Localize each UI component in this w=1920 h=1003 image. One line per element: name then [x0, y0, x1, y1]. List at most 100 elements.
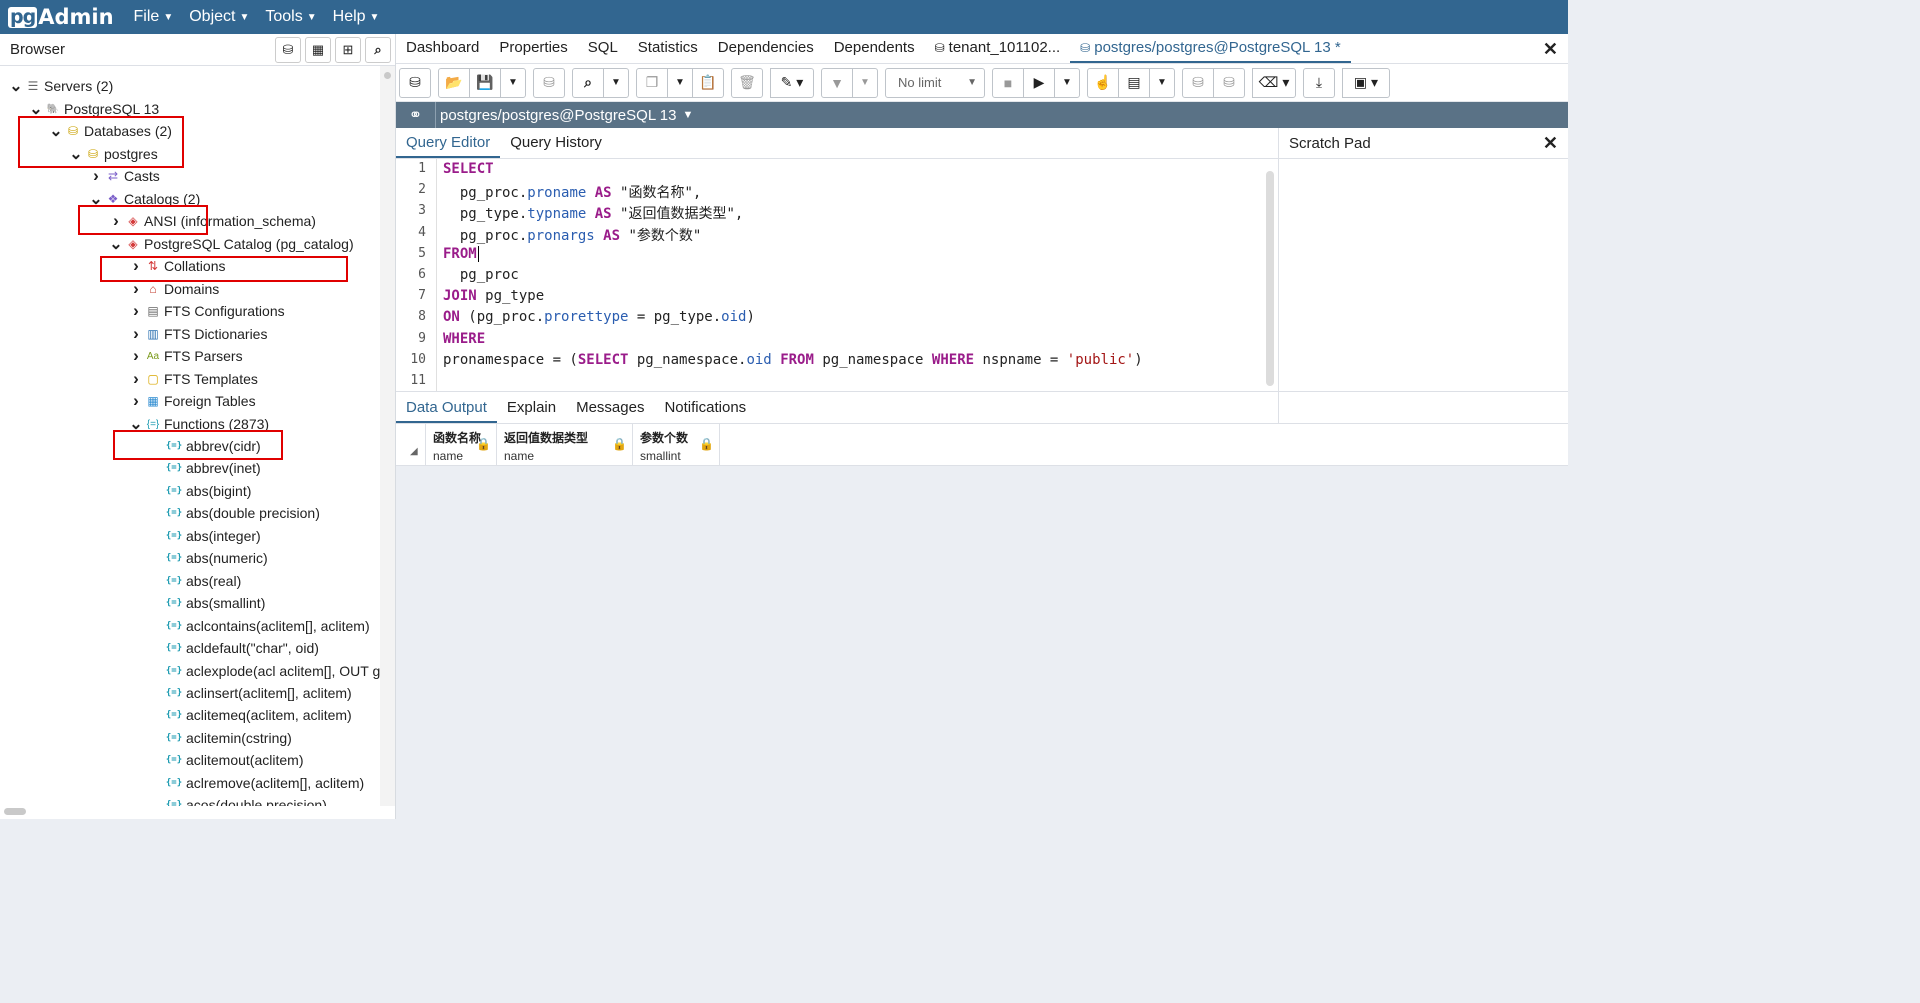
tab-query-tool[interactable]: ⛁ postgres/postgres@PostgreSQL 13 * — [1070, 39, 1351, 63]
tab-dependents[interactable]: Dependents — [824, 39, 925, 63]
chevron-down-icon[interactable]: ▼ — [667, 67, 693, 98]
tree-item[interactable]: › ⇄ Casts — [88, 165, 160, 187]
chevron-down-icon[interactable]: ▼ — [852, 67, 878, 98]
chevron-right-icon[interactable]: › — [128, 369, 144, 389]
commit-icon[interactable]: ⛁ — [1182, 67, 1214, 98]
function-item[interactable]: {=} aclitemeq(aclitem, aclitem) — [164, 704, 352, 726]
chevron-down-icon[interactable]: ▼ — [603, 67, 629, 98]
tab-data-output[interactable]: Data Output — [396, 399, 497, 423]
tab-sql[interactable]: SQL — [578, 39, 628, 63]
tab-messages[interactable]: Messages — [566, 399, 654, 423]
function-item[interactable]: {=} aclitemin(cstring) — [164, 727, 292, 749]
execute-icon[interactable]: ▶ — [1023, 67, 1055, 98]
tree-item[interactable]: › ▤ FTS Configurations — [128, 300, 284, 322]
chevron-right-icon[interactable]: › — [128, 391, 144, 411]
scrollbar-thumb[interactable] — [4, 808, 26, 815]
editor-scrollbar[interactable] — [1262, 159, 1278, 391]
function-item[interactable]: {=} aclinsert(aclitem[], aclitem) — [164, 682, 352, 704]
function-item[interactable]: {=} aclitemout(aclitem) — [164, 749, 304, 771]
tab-properties[interactable]: Properties — [489, 39, 577, 63]
paste-icon[interactable]: 📋 — [692, 67, 724, 98]
tree-vertical-scrollbar[interactable] — [380, 66, 395, 806]
tab-statistics[interactable]: Statistics — [628, 39, 708, 63]
filtered-rows-icon[interactable]: ⊞ — [335, 36, 361, 63]
chevron-right-icon[interactable]: › — [128, 346, 144, 366]
connection-bar[interactable]: ⚭ postgres/postgres@PostgreSQL 13 ▼ — [396, 102, 1568, 128]
find-icon[interactable]: ⌕ — [572, 67, 604, 98]
chevron-down-icon[interactable]: ▼ — [500, 67, 526, 98]
copy-icon[interactable]: ❐ — [636, 67, 668, 98]
tree-item[interactable]: › ▦ Foreign Tables — [128, 390, 255, 412]
view-data-icon[interactable]: ▦ — [305, 36, 331, 63]
tree-item[interactable]: › Aa FTS Parsers — [128, 345, 242, 367]
grid-corner[interactable]: ◢ — [396, 424, 426, 466]
line-number: 4 — [418, 224, 426, 240]
function-item[interactable]: {=} abs(double precision) — [164, 502, 320, 524]
column-header[interactable]: 参数个数 smallint 🔒 — [633, 424, 720, 466]
column-header[interactable]: 返回值数据类型 name 🔒 — [497, 424, 633, 466]
explain-analyze-icon[interactable]: ▤ — [1118, 67, 1150, 98]
close-icon[interactable]: ✕ — [1543, 39, 1558, 60]
chevron-down-icon[interactable]: ▼ — [1149, 67, 1175, 98]
macros-icon[interactable]: ▣ ▾ — [1342, 67, 1390, 98]
function-item[interactable]: {=} abbrev(inet) — [164, 457, 261, 479]
stop-icon[interactable]: ■ — [992, 67, 1024, 98]
function-item[interactable]: {=} abs(smallint) — [164, 592, 266, 614]
open-file-icon[interactable]: 📂 — [438, 67, 470, 98]
sql-editor[interactable]: 1 SELECT 2 pg_proc.proname AS "函数名称", 3 pg_… — [396, 159, 1262, 391]
chevron-right-icon[interactable]: › — [88, 166, 104, 186]
function-item[interactable]: {=} aclremove(aclitem[], aclitem) — [164, 772, 364, 794]
scrollbar-thumb[interactable] — [1266, 171, 1274, 386]
download-icon[interactable]: ⤓ — [1303, 67, 1335, 98]
rollback-icon[interactable]: ⛁ — [1213, 67, 1245, 98]
menu-tools[interactable]: Tools ▼ — [265, 8, 316, 26]
save-icon[interactable]: 💾 — [469, 67, 501, 98]
query-tool-icon[interactable]: ⛁ — [275, 36, 301, 63]
tree-item[interactable]: › ▢ FTS Templates — [128, 368, 258, 390]
browser-panel: Browser ⛁ ▦ ⊞ ⌕ ⌄ ☰ Servers (2) ⌄ 🐘 PostgreSQ… — [0, 34, 396, 819]
chevron-right-icon[interactable]: › — [128, 301, 144, 321]
function-item[interactable]: {=} acos(double precision) — [164, 794, 327, 806]
clear-icon[interactable]: ⌫ ▾ — [1252, 67, 1296, 98]
scrollbar-thumb[interactable] — [384, 72, 391, 79]
tab-notifications[interactable]: Notifications — [654, 399, 756, 423]
database-icon[interactable]: ⛁ — [399, 67, 431, 98]
menu-file[interactable]: File ▼ — [134, 8, 174, 26]
tree-item[interactable]: ⌄ ◈ PostgreSQL Catalog (pg_catalog) — [108, 233, 353, 255]
function-item[interactable]: {=} aclcontains(aclitem[], aclitem) — [164, 615, 370, 637]
tab-explain[interactable]: Explain — [497, 399, 566, 423]
chevron-down-icon[interactable]: ⌄ — [8, 76, 24, 96]
menu-help[interactable]: Help ▼ — [333, 8, 380, 26]
row-limit-select[interactable]: No limit ▼ — [885, 67, 985, 98]
chevron-right-icon[interactable]: › — [128, 324, 144, 344]
chevron-down-icon[interactable]: ▼ — [1054, 67, 1080, 98]
tab-dependencies[interactable]: Dependencies — [708, 39, 824, 63]
function-item[interactable]: {=} acldefault("char", oid) — [164, 637, 319, 659]
menu-object[interactable]: Object ▼ — [189, 8, 249, 26]
select-all-icon[interactable]: ◢ — [410, 446, 418, 457]
filter-icon[interactable]: ▼ — [821, 67, 853, 98]
function-item[interactable]: {=} abs(numeric) — [164, 547, 268, 569]
function-item[interactable]: {=} abs(real) — [164, 570, 241, 592]
tree-item[interactable]: › ▥ FTS Dictionaries — [128, 323, 267, 345]
tab-query-history[interactable]: Query History — [500, 134, 612, 158]
save-data-icon[interactable]: ⛁ — [533, 67, 565, 98]
tab-tenant[interactable]: ⛁ tenant_101102... — [925, 39, 1071, 63]
function-item[interactable]: {=} aclexplode(acl aclitem[], OUT gra — [164, 660, 380, 682]
edit-icon[interactable]: ✎ ▾ — [770, 67, 814, 98]
tree-item[interactable]: ⌄ ☰ Servers (2) — [8, 75, 113, 97]
explain-icon[interactable]: ☝ — [1087, 67, 1119, 98]
pgadmin-logo[interactable]: pg Admin — [8, 5, 114, 29]
close-icon[interactable]: ✕ — [1543, 133, 1558, 154]
search-icon[interactable]: ⌕ — [365, 36, 391, 63]
tab-query-editor[interactable]: Query Editor — [396, 134, 501, 158]
tree-horizontal-scrollbar[interactable] — [0, 806, 380, 818]
chevron-right-icon[interactable]: › — [128, 279, 144, 299]
tab-dashboard[interactable]: Dashboard — [396, 39, 489, 63]
column-header[interactable]: 函数名称 name 🔒 — [426, 424, 497, 466]
function-label: abbrev(inet) — [186, 460, 261, 477]
function-item[interactable]: {=} abs(bigint) — [164, 480, 252, 502]
function-item[interactable]: {=} abs(integer) — [164, 525, 261, 547]
delete-icon[interactable]: 🗑 — [731, 67, 763, 98]
chevron-down-icon[interactable]: ⌄ — [108, 234, 124, 254]
